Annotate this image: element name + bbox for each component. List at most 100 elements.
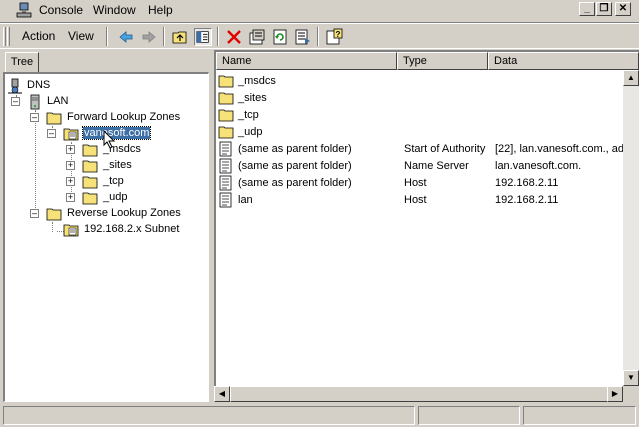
tree-label: _tcp — [103, 175, 124, 187]
toolbar: Action View ? — [0, 22, 639, 49]
folder-icon — [82, 176, 98, 189]
cell-data: 192.168.2.11 — [495, 194, 559, 206]
menu-help[interactable]: Help — [148, 3, 173, 17]
help-icon[interactable]: ? — [325, 28, 343, 46]
scroll-down-button[interactable]: ▼ — [623, 370, 639, 386]
up-folder-icon[interactable] — [171, 28, 189, 46]
collapse-toggle[interactable]: – — [11, 97, 20, 106]
tree-node-udp[interactable]: + _udp — [66, 190, 166, 206]
list-item[interactable]: _udp — [218, 124, 638, 141]
folder-icon — [82, 144, 98, 157]
list-item[interactable]: (same as parent folder) Host 192.168.2.11 — [218, 175, 638, 192]
list-item[interactable]: _sites — [218, 90, 638, 107]
tree-connector — [52, 222, 53, 232]
scroll-left-button[interactable]: ◀ — [214, 386, 230, 402]
tree-node-dns[interactable]: DNS — [7, 78, 87, 94]
status-panel — [418, 406, 520, 425]
minimize-button[interactable]: _ — [579, 2, 595, 16]
cell-data: 192.168.2.11 — [495, 177, 559, 189]
restore-button[interactable]: ❐ — [596, 2, 612, 16]
forward-arrow-icon[interactable] — [140, 28, 158, 46]
scroll-up-button[interactable]: ▲ — [623, 70, 639, 86]
tree-node-lan[interactable]: – LAN — [11, 94, 91, 110]
list-item[interactable]: _msdcs — [218, 73, 638, 90]
menu-window[interactable]: Window — [93, 3, 136, 17]
toolbar-separator — [217, 27, 219, 46]
tree-label: Reverse Lookup Zones — [67, 207, 181, 219]
cell-name: _msdcs — [238, 75, 276, 87]
expand-toggle[interactable]: + — [66, 145, 75, 154]
folder-icon — [46, 112, 62, 125]
svg-text:?: ? — [336, 30, 341, 39]
tree-node-tcp[interactable]: + _tcp — [66, 174, 166, 190]
list-item[interactable]: (same as parent folder) Name Server lan.va… — [218, 158, 638, 175]
status-panel — [3, 406, 415, 425]
folder-icon — [218, 109, 234, 122]
toolbar-grip[interactable] — [3, 27, 6, 46]
folder-icon — [218, 92, 234, 105]
cell-name: (same as parent folder) — [238, 143, 352, 155]
expand-toggle[interactable]: + — [66, 193, 75, 202]
results-list: Name Type Data _msdcs _sites _tcp _udp (same… — [214, 50, 639, 402]
refresh-icon[interactable] — [271, 28, 289, 46]
collapse-toggle[interactable]: – — [30, 113, 39, 122]
tab-tree[interactable]: Tree — [5, 52, 39, 72]
cell-data: [22], lan.vanesoft.com., admin — [495, 143, 639, 155]
collapse-toggle[interactable]: – — [30, 209, 39, 218]
folder-icon — [82, 192, 98, 205]
vertical-scrollbar[interactable]: ▲ ▼ — [623, 70, 639, 386]
tree-node-sites[interactable]: + _sites — [66, 158, 166, 174]
collapse-toggle[interactable]: – — [47, 129, 56, 138]
tree-label: _sites — [103, 159, 132, 171]
toolbar-separator — [317, 27, 319, 46]
delete-icon[interactable] — [225, 28, 243, 46]
tree-node-subnet[interactable]: 192.168.2.x Subnet — [63, 222, 203, 238]
close-button[interactable]: ✕ — [615, 2, 631, 16]
column-header-name[interactable]: Name — [216, 52, 397, 70]
back-arrow-icon[interactable] — [117, 28, 135, 46]
tree-node-forward-lookup-zones[interactable]: – Forward Lookup Zones — [30, 110, 200, 126]
cell-name: lan — [238, 194, 253, 206]
expand-toggle[interactable]: + — [66, 177, 75, 186]
cell-name: (same as parent folder) — [238, 177, 352, 189]
show-hide-tree-icon[interactable] — [194, 28, 212, 46]
mouse-cursor-icon — [103, 130, 116, 149]
tree-label: DNS — [27, 79, 51, 91]
list-item[interactable]: _tcp — [218, 107, 638, 124]
expand-toggle[interactable]: + — [66, 161, 75, 170]
column-header-data[interactable]: Data — [488, 52, 639, 70]
cell-type: Start of Authority — [404, 143, 486, 155]
cell-data: lan.vanesoft.com. — [495, 160, 582, 172]
view-menu[interactable]: View — [68, 29, 94, 43]
folder-icon — [218, 75, 234, 88]
column-header-type[interactable]: Type — [397, 52, 488, 70]
console-icon[interactable] — [16, 2, 32, 18]
cell-type: Host — [404, 177, 427, 189]
menu-bar: Console Window Help _ ❐ ✕ — [0, 0, 639, 21]
action-menu[interactable]: Action — [22, 29, 55, 43]
record-icon — [219, 192, 232, 208]
export-list-icon[interactable] — [294, 28, 312, 46]
menu-console[interactable]: Console — [39, 3, 83, 17]
tree-label: 192.168.2.x Subnet — [84, 223, 180, 235]
scrollbar-corner — [623, 386, 639, 402]
folder-icon — [218, 126, 234, 139]
tree-node-reverse-lookup-zones[interactable]: – Reverse Lookup Zones — [30, 206, 200, 222]
scroll-thumb[interactable] — [230, 386, 608, 402]
toolbar-separator — [163, 27, 165, 46]
toolbar-grip[interactable] — [7, 27, 10, 46]
zone-icon — [63, 128, 79, 141]
cell-name: _tcp — [238, 109, 259, 121]
horizontal-scrollbar[interactable]: ◀ ▶ — [214, 386, 623, 402]
status-panel — [523, 406, 636, 425]
status-bar — [0, 404, 639, 427]
tree-label: Forward Lookup Zones — [67, 111, 181, 123]
list-item[interactable]: (same as parent folder) Start of Authorit… — [218, 141, 639, 158]
properties-icon[interactable] — [248, 28, 266, 46]
tree-label: _udp — [103, 191, 128, 203]
scroll-right-button[interactable]: ▶ — [607, 386, 623, 402]
list-item[interactable]: lan Host 192.168.2.11 — [218, 192, 638, 209]
cell-name: (same as parent folder) — [238, 160, 352, 172]
cell-type: Host — [404, 194, 427, 206]
tree-pane: DNS – LAN – Forward Lookup Zones – vanes… — [3, 72, 209, 402]
